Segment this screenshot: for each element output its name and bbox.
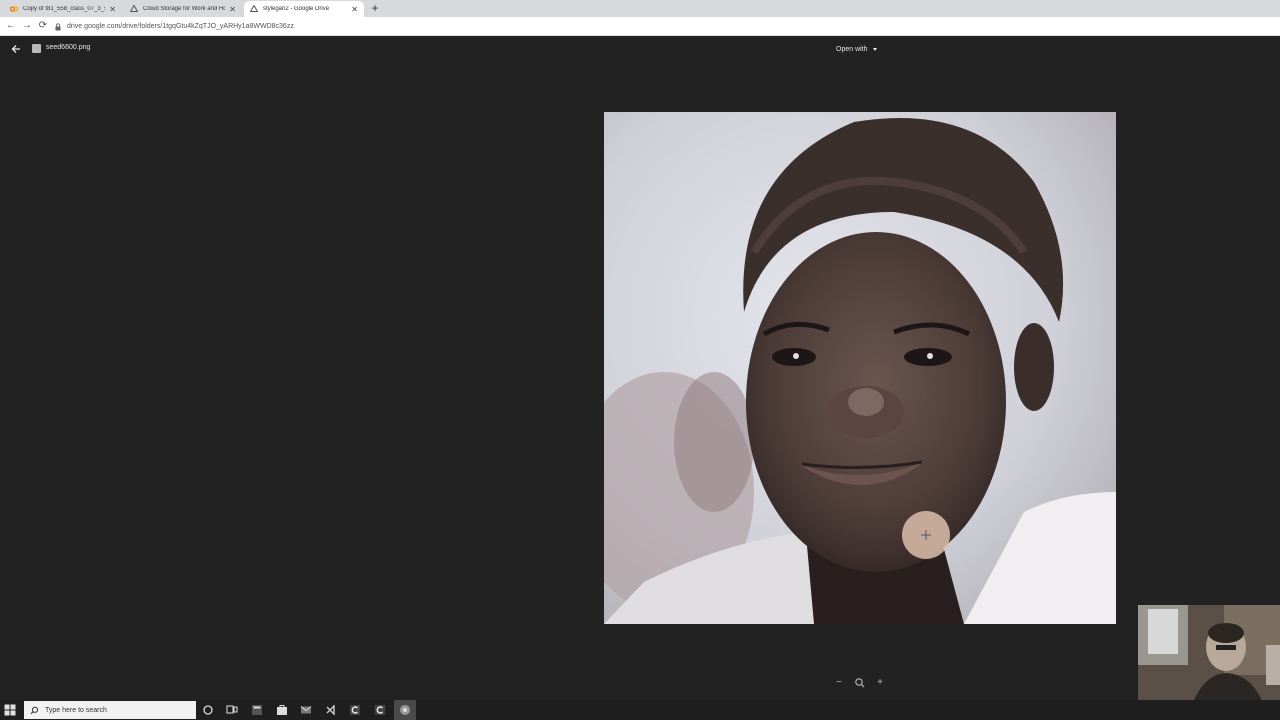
tab-cloud-storage[interactable]: Cloud Storage for Work and Ho ✕ xyxy=(124,1,242,17)
cursor-highlight xyxy=(902,511,950,559)
zoom-in-button[interactable]: + xyxy=(873,676,887,690)
image-file-icon xyxy=(32,44,41,53)
mail-icon[interactable] xyxy=(299,703,313,717)
caret-down-icon xyxy=(872,47,877,51)
url-text: drive.google.com/drive/folders/1tgqGtu4k… xyxy=(67,23,294,30)
close-icon[interactable]: ✕ xyxy=(109,5,116,14)
close-icon[interactable]: ✕ xyxy=(351,5,358,14)
file-name: seed6600.png xyxy=(46,44,91,51)
taskbar-search-input[interactable]: Type here to search xyxy=(24,701,196,719)
chrome-browser-icon[interactable] xyxy=(398,703,412,717)
crosshair-icon xyxy=(921,530,931,540)
lock-icon xyxy=(55,22,61,30)
close-icon[interactable]: ✕ xyxy=(229,5,236,14)
open-with-label: Open with xyxy=(836,45,868,53)
tab-stylegan2-drive[interactable]: stylegan2 - Google Drive ✕ xyxy=(244,1,364,17)
portrait-image xyxy=(604,112,1116,624)
open-with-button[interactable]: Open with xyxy=(836,43,877,55)
drive-icon xyxy=(130,5,138,13)
new-tab-button[interactable]: + xyxy=(368,1,382,15)
search-placeholder: Type here to search xyxy=(45,706,107,714)
browser-back-icon[interactable]: ← xyxy=(5,20,17,32)
zoom-controls: − + xyxy=(832,676,888,690)
store-icon[interactable] xyxy=(275,703,289,717)
zoom-icon[interactable] xyxy=(853,676,867,690)
reload-icon[interactable]: ⟳ xyxy=(37,20,49,32)
tab-title: Copy of t81_558_class_07_3_sty xyxy=(23,6,106,12)
colab-icon xyxy=(10,5,18,13)
drive-icon xyxy=(250,5,258,13)
tab-title: stylegan2 - Google Drive xyxy=(263,6,330,12)
windows-taskbar: Type here to search xyxy=(0,700,1280,720)
browser-tab-bar: Copy of t81_558_class_07_3_sty ✕ Cloud S… xyxy=(0,0,1280,17)
chrome-app-icon[interactable] xyxy=(348,703,362,717)
address-bar[interactable]: drive.google.com/drive/folders/1tgqGtu4k… xyxy=(54,19,1274,34)
image-preview[interactable] xyxy=(604,112,1116,624)
viewer-header: seed6600.png Open with xyxy=(0,36,1280,62)
cortana-icon[interactable] xyxy=(201,703,215,717)
browser-toolbar: ← → ⟳ drive.google.com/drive/folders/1tg… xyxy=(0,17,1280,36)
windows-start-icon[interactable] xyxy=(4,704,16,716)
search-icon xyxy=(30,706,39,714)
back-arrow-icon[interactable] xyxy=(10,43,22,55)
tab-title: Cloud Storage for Work and Ho xyxy=(143,6,226,12)
calculator-icon[interactable] xyxy=(250,703,264,717)
zoom-out-button[interactable]: − xyxy=(832,676,846,690)
tab-colab[interactable]: Copy of t81_558_class_07_3_sty ✕ xyxy=(4,1,122,17)
task-view-icon[interactable] xyxy=(225,703,239,717)
terminal-icon[interactable] xyxy=(373,703,387,717)
visual-studio-icon[interactable] xyxy=(324,703,338,717)
browser-forward-icon[interactable]: → xyxy=(21,20,33,32)
